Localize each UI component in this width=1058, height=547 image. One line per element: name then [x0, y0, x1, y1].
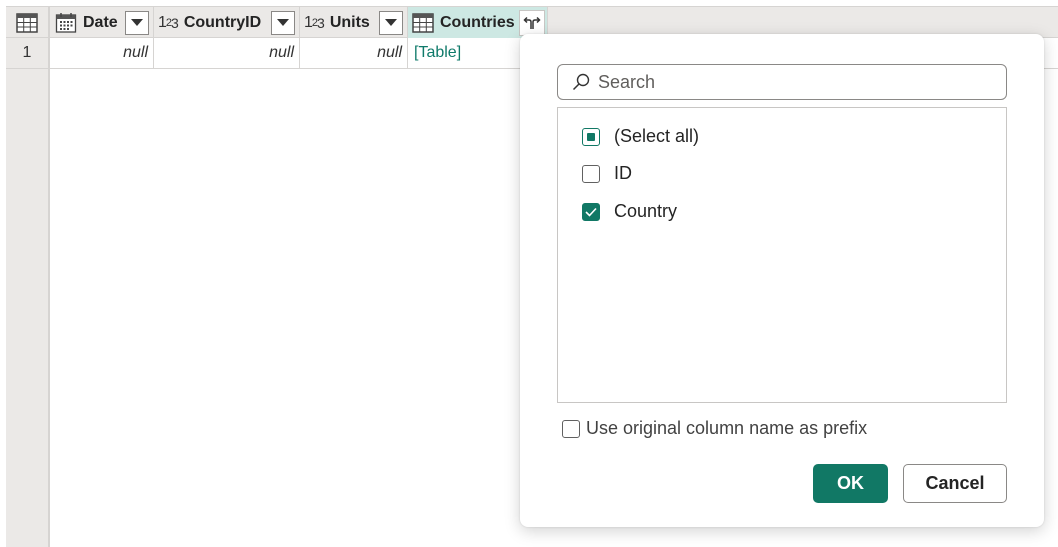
whole-number-icon: 123 [304, 13, 325, 32]
column-filter-dropdown-date[interactable] [125, 10, 149, 35]
item-label: ID [614, 163, 632, 183]
prefix-label: Use original column name as prefix [586, 418, 868, 438]
column-name-date: Date [83, 13, 118, 31]
search-box[interactable] [557, 64, 1007, 100]
table-icon [412, 12, 434, 33]
checkmark-icon [585, 207, 597, 217]
cell-units[interactable]: null [300, 38, 408, 68]
whole-number-icon: 123 [158, 13, 179, 32]
expand-columns-popup: (Select all) ID Country Use original col… [520, 34, 1044, 527]
item-label: Country [614, 201, 678, 221]
chevron-down-icon [277, 19, 289, 26]
column-list: (Select all) ID Country [557, 107, 1007, 403]
search-input[interactable] [598, 71, 998, 93]
cell-date[interactable]: null [50, 38, 154, 68]
column-filter-dropdown-units[interactable] [379, 10, 403, 35]
checkbox-use-prefix[interactable] [562, 419, 580, 438]
search-icon [572, 73, 590, 91]
ok-button[interactable]: OK [813, 464, 888, 503]
cell-countryid[interactable]: null [154, 38, 300, 68]
type-label-part: 1 [158, 13, 167, 31]
list-item-select-all[interactable]: (Select all) [582, 126, 699, 147]
row-number-column: 1 [6, 38, 50, 547]
column-name-countries: Countries [440, 13, 515, 31]
item-label: (Select all) [614, 126, 700, 146]
table-icon [16, 12, 38, 33]
indeterminate-icon [587, 132, 595, 141]
column-filter-dropdown-countryid[interactable] [271, 10, 295, 35]
column-name-countryid: CountryID [183, 13, 262, 31]
cancel-button[interactable]: Cancel [903, 464, 1007, 503]
expand-arrows-icon [523, 16, 541, 29]
column-header-countryid[interactable]: 123 CountryID [154, 7, 300, 38]
chevron-down-icon [131, 19, 143, 26]
table-menu-button[interactable] [6, 7, 50, 38]
type-label-part: 3 [317, 14, 325, 31]
prefix-option[interactable]: Use original column name as prefix [562, 418, 867, 439]
list-item-country[interactable]: Country [582, 201, 677, 222]
type-label-part: 1 [304, 13, 313, 31]
expand-column-button[interactable] [519, 9, 545, 36]
type-label-part: 3 [171, 14, 179, 31]
column-header-date[interactable]: Date [51, 7, 154, 38]
checkbox-id[interactable] [582, 164, 600, 183]
column-header-units[interactable]: 123 Units [300, 7, 408, 38]
column-name-units: Units [329, 13, 370, 31]
checkbox-select-all[interactable] [582, 127, 600, 146]
chevron-down-icon [385, 19, 397, 26]
list-item-id[interactable]: ID [582, 163, 632, 184]
row-number[interactable]: 1 [6, 38, 48, 69]
power-query-editor: Date 123 CountryID 123 Units Countries 1… [0, 0, 1058, 547]
checkbox-country[interactable] [582, 202, 600, 221]
calendar-icon [55, 12, 77, 34]
